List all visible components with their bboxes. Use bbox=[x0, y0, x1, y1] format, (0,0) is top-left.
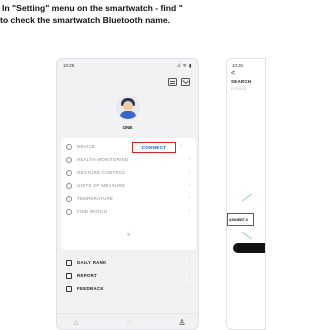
profile-icon[interactable]: ♙ bbox=[177, 318, 187, 327]
list-icon[interactable] bbox=[168, 78, 177, 86]
bottom-tab-bar: ⌂ ◌ ♙ bbox=[57, 313, 198, 329]
menu-item-report[interactable]: REPORT › bbox=[61, 269, 196, 282]
menu-item-daily-rank[interactable]: DAILY RANK › bbox=[61, 256, 196, 269]
menu-item-feedback[interactable]: FEEDBACK › bbox=[61, 282, 196, 295]
phone-settings-screen: 10:26 ..ıl ᯤ ▮ ONE DEVICE CONNECT › HEAL… bbox=[56, 58, 199, 330]
avatar-body bbox=[120, 111, 136, 119]
menu-item-label: TEMPERATURE bbox=[77, 196, 114, 201]
instruction-line-1: In "Setting" menu on the smartwatch - fi… bbox=[2, 3, 183, 13]
chevron-right-icon: › bbox=[188, 156, 190, 162]
activity-icon[interactable]: ◌ bbox=[124, 318, 134, 327]
menu-item-label: FIND WATCH bbox=[77, 209, 108, 214]
find-icon bbox=[66, 208, 72, 215]
menu-item-label: GESTURE CONTROL bbox=[77, 170, 126, 175]
avatar-face bbox=[123, 101, 133, 111]
search-title: SEARCH bbox=[231, 79, 252, 84]
menu-item-label: REPORT bbox=[77, 273, 98, 278]
chevron-right-icon: › bbox=[188, 169, 190, 175]
status-time: 10:26 bbox=[232, 63, 243, 68]
chevron-right-icon: › bbox=[188, 208, 190, 214]
report-icon bbox=[66, 272, 72, 279]
chart-icon bbox=[66, 259, 72, 266]
thermometer-icon bbox=[66, 195, 72, 202]
chevron-right-icon: › bbox=[188, 259, 190, 265]
chevron-right-icon: › bbox=[188, 195, 190, 201]
device-list-item[interactable]: ADINEBT-0 bbox=[227, 213, 254, 226]
device-name: ADINEBT-0 bbox=[229, 217, 248, 222]
menu-item-units-of-measure[interactable]: UNITS OF MEASURE › bbox=[61, 179, 196, 192]
connect-label: CONNECT bbox=[141, 145, 167, 150]
menu-item-label: HEALTH MONITORING bbox=[77, 157, 129, 162]
menu-item-find-watch[interactable]: FIND WATCH › bbox=[61, 205, 196, 218]
scan-ring-line bbox=[241, 231, 253, 240]
expand-more-icon[interactable]: » bbox=[61, 232, 196, 238]
ruler-icon bbox=[66, 182, 72, 189]
phone-search-screen: 10:26 < SEARCH PLEASE ADINEBT-0 bbox=[226, 58, 266, 330]
settings-menu: DEVICE CONNECT › HEALTH MONITORING › GES… bbox=[61, 138, 196, 250]
avatar[interactable] bbox=[116, 95, 140, 119]
chevron-right-icon: › bbox=[188, 182, 190, 188]
menu-item-temperature[interactable]: TEMPERATURE › bbox=[61, 192, 196, 205]
chevron-right-icon: › bbox=[180, 143, 182, 149]
status-signal: ..ıl ᯤ ▮ bbox=[174, 63, 192, 68]
status-time: 10:26 bbox=[63, 63, 75, 68]
device-icon bbox=[66, 143, 72, 150]
chevron-right-icon: › bbox=[188, 285, 190, 291]
heart-icon bbox=[66, 156, 72, 163]
secondary-menu: DAILY RANK › REPORT › FEEDBACK › bbox=[61, 256, 196, 295]
message-icon[interactable] bbox=[181, 78, 190, 86]
menu-item-device[interactable]: DEVICE CONNECT › bbox=[61, 140, 196, 153]
top-icons bbox=[168, 78, 190, 86]
scan-ring-line bbox=[241, 193, 253, 202]
gesture-icon bbox=[66, 169, 72, 176]
menu-item-label: UNITS OF MEASURE bbox=[77, 183, 126, 188]
search-subtitle: PLEASE bbox=[231, 87, 247, 91]
connect-button[interactable]: CONNECT bbox=[132, 142, 176, 153]
search-button[interactable] bbox=[233, 243, 265, 253]
menu-item-gesture-control[interactable]: GESTURE CONTROL › bbox=[61, 166, 196, 179]
chevron-right-icon: › bbox=[188, 272, 190, 278]
home-icon[interactable]: ⌂ bbox=[71, 318, 81, 327]
menu-item-label: DAILY RANK bbox=[77, 260, 107, 265]
instruction-line-2: to check the smartwatch Bluetooth name. bbox=[0, 15, 170, 25]
feedback-icon bbox=[66, 285, 72, 292]
user-name: ONE bbox=[122, 125, 133, 130]
menu-item-label: FEEDBACK bbox=[77, 286, 104, 291]
menu-item-health-monitoring[interactable]: HEALTH MONITORING › bbox=[61, 153, 196, 166]
menu-item-label: DEVICE bbox=[77, 144, 96, 149]
back-icon[interactable]: < bbox=[231, 70, 235, 77]
